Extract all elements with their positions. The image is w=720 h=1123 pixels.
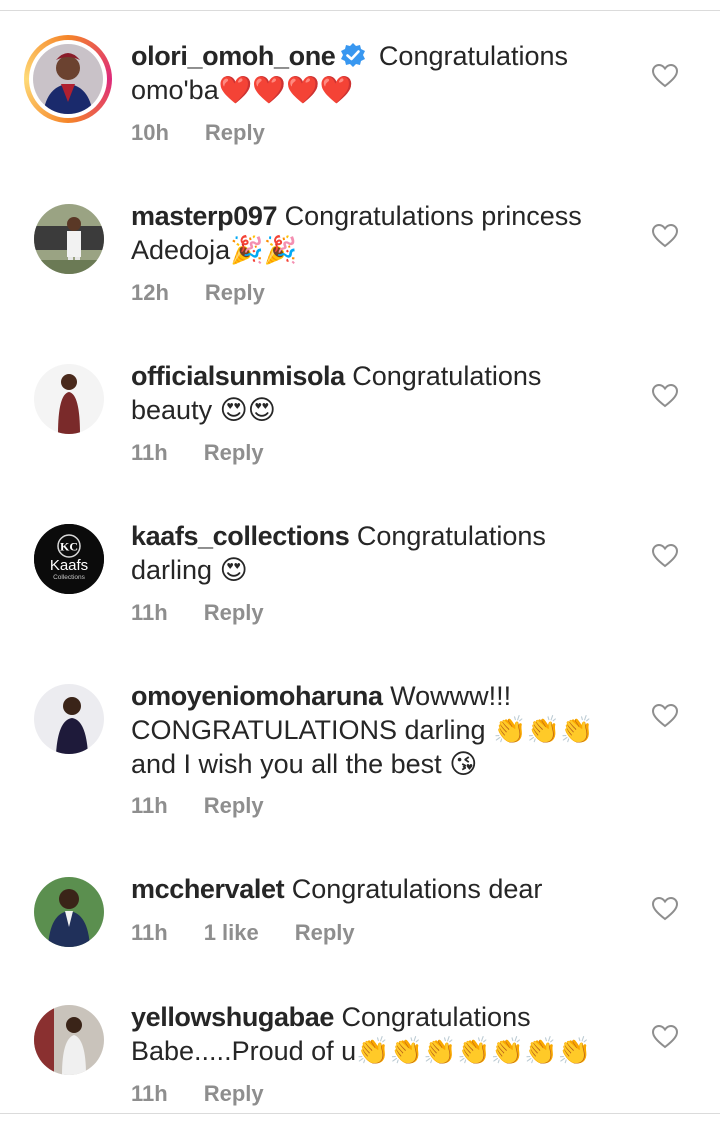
like-heart-icon[interactable] [652,384,678,408]
heart-eyes-emoji: 😍 [219,555,248,586]
username[interactable]: yellowshugabae [131,1002,334,1032]
avatar[interactable] [34,1005,104,1075]
top-divider [0,10,720,11]
comment-text: yellowshugabae Congratulations Babe.....… [131,1000,601,1069]
username[interactable]: omoyeniomoharuna [131,681,383,711]
timestamp: 11h [131,920,168,945]
kaafs-logo: KC Kaafs Collections [34,524,104,594]
comment-text: olori_omoh_one Congratulations omo'ba❤️❤… [131,39,601,108]
username[interactable]: kaafs_collections [131,521,350,551]
verified-badge-icon [341,43,366,67]
like-heart-icon[interactable] [652,64,678,88]
reply-button[interactable]: Reply [204,440,264,465]
logo-name: Kaafs [50,557,88,574]
like-heart-icon[interactable] [652,1025,678,1049]
avatar[interactable] [33,44,103,114]
like-heart-icon[interactable] [652,897,678,921]
like-heart-icon[interactable] [652,224,678,248]
comment-text: omoyeniomoharuna Wowww!!! CONGRATULATION… [131,679,601,782]
avatar[interactable]: KC Kaafs Collections [34,524,104,594]
logo-sub: Collections [53,574,86,581]
reply-button[interactable]: Reply [205,120,265,145]
like-heart-icon[interactable] [652,704,678,728]
bottom-divider [0,1113,720,1114]
comment-meta: 11h Reply [131,600,300,626]
like-heart-icon[interactable] [652,544,678,568]
username[interactable]: masterp097 [131,201,278,231]
party-popper-emoji: 🎉🎉 [230,235,298,266]
kiss-emoji: 😘 [449,749,478,780]
comment-meta: 11h Reply [131,793,300,819]
timestamp: 12h [131,280,169,305]
comment-body: Congratulations dear [284,874,543,904]
avatar[interactable] [34,877,104,947]
username[interactable]: olori_omoh_one [131,41,336,71]
heart-emoji: ❤️❤️❤️❤️ [218,75,354,106]
timestamp: 10h [131,120,169,145]
avatar[interactable] [34,204,104,274]
comment-text: kaafs_collections Congratulations darlin… [131,519,601,588]
reply-button[interactable]: Reply [295,920,355,945]
logo-mark: KC [60,540,78,554]
avatar[interactable] [34,684,104,754]
timestamp: 11h [131,1081,168,1106]
username[interactable]: officialsunmisola [131,361,345,391]
reply-button[interactable]: Reply [204,1081,264,1106]
comment-text: officialsunmisola Congratulations beauty… [131,359,601,428]
comment-meta: 11h 1 like Reply [131,920,391,946]
timestamp: 11h [131,440,168,465]
heart-eyes-emoji: 😍😍 [219,395,276,426]
reply-button[interactable]: Reply [204,793,264,818]
clapping-emoji: 👏👏👏👏👏👏👏 [356,1036,592,1067]
reply-button[interactable]: Reply [205,280,265,305]
comment-meta: 12h Reply [131,280,301,306]
comment-text: masterp097 Congratulations princess Aded… [131,199,601,268]
comment-meta: 10h Reply [131,120,301,146]
username[interactable]: mcchervalet [131,874,285,904]
timestamp: 11h [131,793,168,818]
comment-meta: 11h Reply [131,440,300,466]
avatar[interactable] [34,364,104,434]
likes-count[interactable]: 1 like [204,920,259,945]
comment-text: mcchervalet Congratulations dear [131,872,601,906]
timestamp: 11h [131,600,168,625]
story-ring[interactable] [24,35,112,123]
comment-meta: 11h Reply [131,1081,300,1107]
reply-button[interactable]: Reply [204,600,264,625]
